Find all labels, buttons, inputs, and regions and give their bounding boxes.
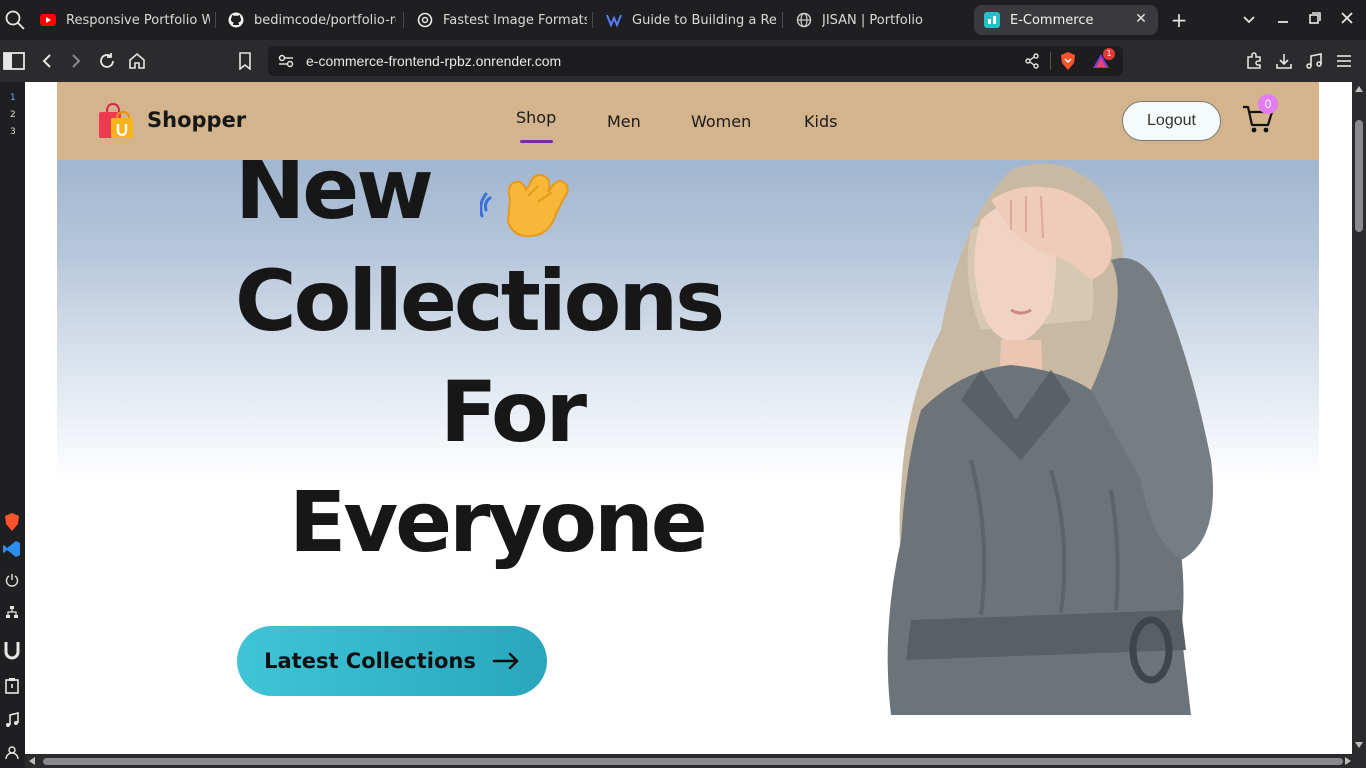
scroll-thumb[interactable] [1355, 120, 1363, 232]
hero-line-collections: Collections [235, 252, 725, 350]
u-icon[interactable] [2, 640, 22, 660]
globe-icon [796, 12, 812, 28]
workspace-1[interactable]: 1 [10, 93, 16, 103]
nav-women[interactable]: Women [691, 112, 751, 131]
share-icon[interactable] [1024, 53, 1040, 69]
menu-icon[interactable] [1333, 50, 1355, 72]
notification-badge: 1 [1103, 48, 1115, 60]
browser-toolbar: e-commerce-frontend-rpbz.onrender.com 1 [0, 40, 1366, 82]
github-icon [228, 12, 244, 28]
brave-icon[interactable] [2, 512, 22, 532]
close-icon[interactable]: ✕ [1134, 12, 1148, 26]
tab-separator [215, 12, 216, 28]
minimize-icon[interactable] [1273, 10, 1293, 30]
home-icon[interactable] [126, 50, 148, 72]
tab-label: Responsive Portfolio We [66, 12, 210, 28]
tab-github-portfolio[interactable]: bedimcode/portfolio-re [218, 5, 396, 35]
scroll-left-icon[interactable] [29, 757, 35, 765]
extensions-icon[interactable] [1243, 50, 1265, 72]
forward-icon[interactable] [65, 50, 87, 72]
waving-hand-icon [480, 174, 569, 238]
url-text: e-commerce-frontend-rpbz.onrender.com [306, 53, 562, 69]
page-viewport: New Collections For Everyone Latest Coll… [25, 82, 1352, 754]
tab-e-commerce[interactable]: E-Commerce ✕ [974, 5, 1158, 35]
tab-label: bedimcode/portfolio-re [254, 12, 396, 28]
shopping-bag-icon[interactable] [97, 102, 135, 140]
download-icon[interactable] [1273, 50, 1295, 72]
active-nav-indicator [520, 140, 553, 143]
clipboard-icon[interactable] [2, 676, 22, 696]
site-icon [984, 12, 1000, 28]
scroll-up-icon[interactable] [1355, 86, 1363, 92]
workspace-3[interactable]: 3 [10, 127, 16, 137]
tab-jisan-portfolio[interactable]: JISAN | Portfolio [786, 5, 966, 35]
chevron-down-icon[interactable] [1239, 10, 1259, 30]
vertical-scrollbar[interactable] [1352, 82, 1366, 754]
tab-separator [592, 12, 593, 28]
user-icon[interactable] [2, 742, 22, 762]
back-icon[interactable] [36, 50, 58, 72]
sidebar-toggle-icon[interactable] [3, 50, 25, 72]
reload-icon[interactable] [96, 50, 118, 72]
new-tab-icon[interactable]: + [1169, 10, 1189, 30]
horizontal-scrollbar[interactable] [25, 754, 1366, 768]
workspace-2[interactable]: 2 [10, 110, 16, 120]
search-icon[interactable] [4, 9, 26, 31]
address-bar[interactable]: e-commerce-frontend-rpbz.onrender.com 1 [268, 46, 1123, 76]
hero-line-for: For [440, 363, 587, 461]
power-icon[interactable] [2, 570, 22, 590]
site-info-icon[interactable] [278, 54, 294, 68]
cart-count-badge: 0 [1258, 94, 1278, 114]
tab-guide-building[interactable]: Guide to Building a Resp [596, 5, 776, 35]
browser-sidebar: 1 2 3 [0, 82, 25, 768]
media-icon[interactable] [1303, 50, 1325, 72]
tab-label: E-Commerce [1010, 12, 1094, 28]
nav-kids[interactable]: Kids [804, 112, 837, 131]
tab-label: Fastest Image Formats [443, 12, 587, 28]
brave-shields-icon[interactable] [1059, 51, 1077, 71]
nav-men[interactable]: Men [607, 112, 641, 131]
cta-label: Latest Collections [264, 649, 476, 673]
tab-responsive-portfolio[interactable]: Responsive Portfolio We [30, 5, 210, 35]
scroll-thumb[interactable] [43, 758, 1343, 765]
nav-shop[interactable]: Shop [516, 108, 556, 127]
logout-button[interactable]: Logout [1122, 101, 1221, 141]
tab-fastest-image-formats[interactable]: Fastest Image Formats [407, 5, 587, 35]
bookmark-icon[interactable] [234, 50, 256, 72]
url-separator [1050, 52, 1051, 70]
latest-collections-button[interactable]: Latest Collections [237, 626, 547, 696]
vscode-icon[interactable] [2, 539, 22, 559]
openai-icon [417, 12, 433, 28]
hero-line-everyone: Everyone [289, 473, 708, 571]
window-close-icon[interactable] [1337, 10, 1357, 30]
hero-model-image [887, 163, 1213, 715]
music-icon[interactable] [2, 710, 22, 730]
youtube-icon [40, 12, 56, 28]
tab-label: JISAN | Portfolio [822, 12, 923, 28]
maximize-icon[interactable] [1305, 10, 1325, 30]
network-icon[interactable] [2, 602, 22, 622]
arrow-right-icon [492, 652, 519, 670]
scroll-down-icon[interactable] [1355, 742, 1363, 748]
tab-separator [403, 12, 404, 28]
site-icon [606, 12, 622, 28]
browser-tab-bar: Responsive Portfolio We bedimcode/portfo… [0, 0, 1366, 40]
scroll-right-icon[interactable] [1345, 757, 1351, 765]
site-navbar: Shopper Shop Men Women Kids Logout 0 [57, 82, 1319, 160]
tab-separator [782, 12, 783, 28]
brand-name[interactable]: Shopper [147, 108, 246, 132]
tab-label: Guide to Building a Resp [632, 12, 776, 28]
